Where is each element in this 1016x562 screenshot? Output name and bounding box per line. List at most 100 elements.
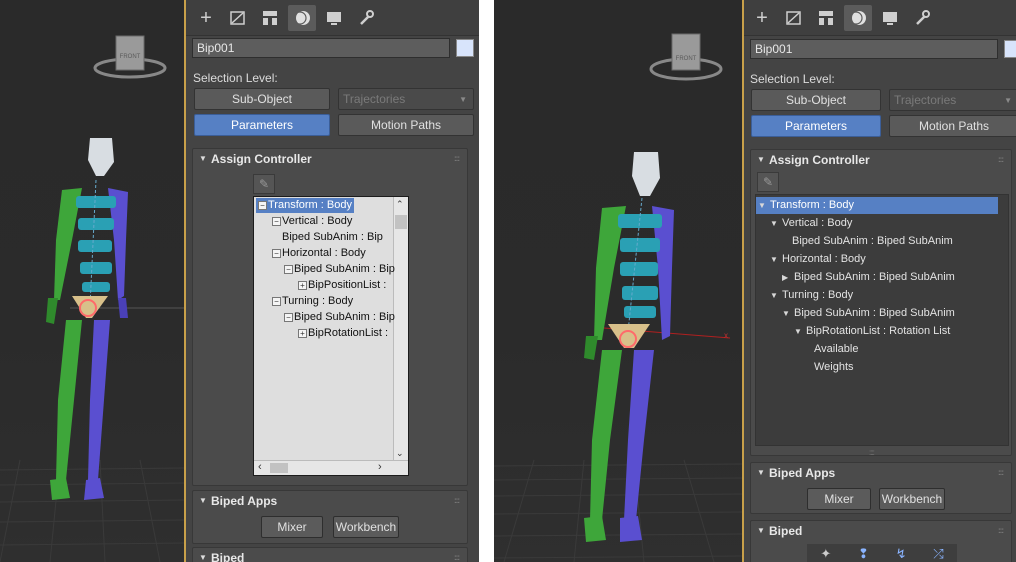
collapse-icon[interactable]: −	[272, 216, 281, 226]
utilities-tab[interactable]	[352, 5, 380, 31]
object-name-field[interactable]: Bip001	[192, 38, 450, 58]
motion-paths-button[interactable]: Motion Paths	[338, 114, 474, 136]
create-tab[interactable]: +	[192, 5, 220, 31]
trajectories-dropdown[interactable]: Trajectories ▼	[889, 89, 1016, 111]
assign-controller-button[interactable]: ✎	[757, 172, 779, 192]
expand-icon[interactable]: +	[298, 280, 307, 290]
assign-controller-button[interactable]: ✎	[253, 174, 275, 194]
trajectories-label: Trajectories	[894, 93, 957, 107]
controller-tree[interactable]: ▼ Transform : Body ▼ Vertical : Body Biped S…	[755, 194, 1009, 446]
tree-node[interactable]: − Biped SubAnim : Bip	[284, 262, 395, 277]
collapse-icon[interactable]: −	[272, 248, 281, 258]
display-tab[interactable]	[876, 5, 904, 31]
object-color-swatch[interactable]	[1004, 40, 1016, 58]
tree-node-label: Vertical : Body	[282, 215, 353, 227]
hierarchy-tab[interactable]	[256, 5, 284, 31]
scroll-left-icon[interactable]: ‹	[258, 461, 262, 473]
scroll-right-icon[interactable]: ›	[378, 461, 382, 473]
assign-controller-header[interactable]: ▼ Assign Controller:::	[751, 150, 1011, 170]
tree-node[interactable]: + BipPositionList :	[298, 278, 386, 293]
workbench-button[interactable]: Workbench	[333, 516, 399, 538]
trajectories-label: Trajectories	[343, 92, 406, 106]
motion-tab[interactable]	[288, 5, 316, 31]
mixer-button[interactable]: Mixer	[807, 488, 871, 510]
scroll-thumb[interactable]	[395, 215, 407, 229]
tree-node-label: Horizontal : Body	[282, 247, 366, 259]
viewport[interactable]: FRONT	[0, 0, 184, 562]
tree-node[interactable]: ▼ Biped SubAnim : Biped SubAnim	[782, 305, 955, 322]
expanded-arrow-icon[interactable]: ▼	[770, 251, 778, 268]
tree-node-label: BipPositionList :	[308, 279, 387, 291]
figure-mode-icon[interactable]: ✦	[820, 546, 831, 562]
expanded-arrow-icon[interactable]: ▼	[770, 287, 778, 304]
collapse-icon[interactable]: −	[258, 200, 267, 210]
tree-node[interactable]: ▼ Vertical : Body	[770, 215, 852, 232]
tree-node[interactable]: + BipRotationList :	[298, 326, 388, 341]
tree-node[interactable]: ▼ BipRotationList : Rotation List	[794, 323, 950, 340]
tree-node[interactable]: Biped SubAnim : Biped SubAnim	[792, 233, 953, 250]
vertical-scrollbar[interactable]: ⌃ ⌄	[393, 197, 408, 461]
tree-node[interactable]: − Transform : Body	[256, 198, 354, 213]
collapse-icon[interactable]: −	[272, 296, 281, 306]
mixer-mode-icon[interactable]: ⤮	[933, 546, 943, 562]
tree-node[interactable]: − Vertical : Body	[272, 214, 352, 229]
create-icon: +	[756, 6, 768, 29]
tree-node[interactable]: Weights	[814, 359, 854, 376]
tree-node[interactable]: − Turning : Body	[272, 294, 353, 309]
collapse-icon[interactable]: −	[284, 264, 293, 274]
expanded-arrow-icon[interactable]: ▼	[794, 323, 802, 340]
scroll-down-icon[interactable]: ⌄	[396, 448, 404, 459]
collapse-arrow-icon: ▼	[757, 526, 765, 535]
subobject-button[interactable]: Sub-Object	[194, 88, 330, 110]
workbench-button[interactable]: Workbench	[879, 488, 945, 510]
biped-header[interactable]: ▼ Biped:::	[751, 521, 1011, 541]
expand-icon[interactable]: +	[298, 328, 307, 338]
modify-tab[interactable]	[224, 5, 252, 31]
display-tab[interactable]	[320, 5, 348, 31]
tree-node[interactable]: ▼ Horizontal : Body	[770, 251, 866, 268]
biped-header[interactable]: ▼ Biped:::	[193, 548, 467, 562]
modify-tab[interactable]	[780, 5, 808, 31]
horizontal-scrollbar[interactable]: ‹ ›	[254, 460, 408, 475]
expanded-arrow-icon[interactable]: ▼	[770, 215, 778, 232]
controller-tree[interactable]: ⌃ ⌄ ‹ › − Transform : Body − Vertical : Bod…	[253, 196, 409, 476]
viewport[interactable]: x FRONT	[494, 0, 742, 562]
tree-node[interactable]: Biped SubAnim : Bip	[282, 230, 383, 245]
expanded-arrow-icon[interactable]: ▼	[758, 197, 766, 214]
motion-tab[interactable]	[844, 5, 872, 31]
modify-icon	[230, 11, 245, 25]
mixer-button[interactable]: Mixer	[261, 516, 323, 538]
tree-node[interactable]: − Horizontal : Body	[272, 246, 366, 261]
collapsed-arrow-icon[interactable]: ▶	[782, 269, 788, 286]
tree-node-label: Biped SubAnim : Biped SubAnim	[794, 307, 955, 319]
parameters-button[interactable]: Parameters	[751, 115, 881, 137]
parameters-button[interactable]: Parameters	[194, 114, 330, 136]
expanded-arrow-icon[interactable]: ▼	[782, 305, 790, 322]
tree-node[interactable]: Available	[814, 341, 858, 358]
footstep-mode-icon[interactable]: ❢	[858, 546, 869, 562]
h-scroll-thumb[interactable]	[270, 463, 288, 473]
create-tab[interactable]: +	[748, 5, 776, 31]
command-panel: + Bip001 Selection Level: Sub-Object Tra…	[186, 0, 479, 562]
object-name-field[interactable]: Bip001	[750, 39, 998, 59]
motion-flow-icon[interactable]: ↯	[896, 546, 907, 562]
tree-node-label: Biped SubAnim : Bip	[294, 311, 395, 323]
motion-paths-button[interactable]: Motion Paths	[889, 115, 1016, 137]
subobject-button[interactable]: Sub-Object	[751, 89, 881, 111]
hierarchy-tab[interactable]	[812, 5, 840, 31]
scroll-up-icon[interactable]: ⌃	[396, 199, 404, 210]
tree-node[interactable]: ▼ Transform : Body	[756, 197, 998, 214]
biped-mode-toolbar: ✦ ❢ ↯ ⤮	[807, 544, 957, 562]
object-color-swatch[interactable]	[456, 39, 474, 57]
tree-node[interactable]: − Biped SubAnim : Bip	[284, 310, 395, 325]
collapse-icon[interactable]: −	[284, 312, 293, 322]
right-screenshot: x FRONT + Bip001 Selection Level: Sub-Ob…	[494, 0, 1016, 562]
utilities-tab[interactable]	[908, 5, 936, 31]
assign-controller-header[interactable]: ▼ Assign Controller:::	[193, 149, 467, 169]
tree-node[interactable]: ▼ Turning : Body	[770, 287, 853, 304]
biped-apps-header[interactable]: ▼ Biped Apps:::	[751, 463, 1011, 483]
resize-grip-icon[interactable]: ::::	[869, 448, 875, 457]
biped-apps-header[interactable]: ▼ Biped Apps:::	[193, 491, 467, 511]
tree-node[interactable]: ▶ Biped SubAnim : Biped SubAnim	[782, 269, 955, 286]
trajectories-dropdown[interactable]: Trajectories ▼	[338, 88, 474, 110]
